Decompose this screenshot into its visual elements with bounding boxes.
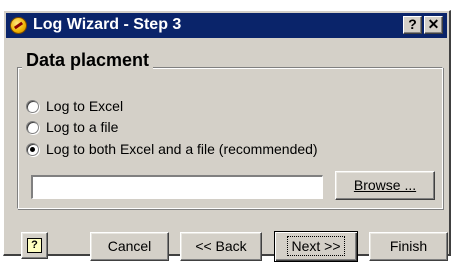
help-button[interactable]: ? [21,232,48,259]
browse-label: Browse ... [353,177,417,193]
radio-button[interactable] [26,121,39,134]
back-label: << Back [195,238,247,254]
log-wizard-window: Log Wizard - Step 3 ? ✕ Data placment Lo… [3,10,451,262]
browse-button[interactable]: Browse ... [335,171,435,200]
next-label: Next >> [287,236,345,256]
title-bar[interactable]: Log Wizard - Step 3 ? ✕ [6,13,447,38]
help-icon: ? [27,238,42,253]
clock-icon [10,17,27,34]
help-title-button[interactable]: ? [403,16,422,34]
radio-label[interactable]: Log to Excel [46,98,123,114]
window-title: Log Wizard - Step 3 [33,16,182,33]
radio-button[interactable] [26,100,39,113]
back-button[interactable]: << Back [180,232,262,261]
finish-label: Finish [389,238,428,254]
radio-label[interactable]: Log to both Excel and a file (recommende… [46,141,318,157]
radio-button-selected[interactable] [26,143,39,156]
file-path-input[interactable] [31,175,323,199]
finish-button[interactable]: Finish [369,232,448,261]
group-title: Data placment [22,50,154,71]
next-button[interactable]: Next >> [274,231,358,262]
radio-label[interactable]: Log to a file [46,119,118,135]
close-button[interactable]: ✕ [424,16,443,34]
cancel-button[interactable]: Cancel [90,232,169,261]
cancel-label: Cancel [107,238,152,254]
